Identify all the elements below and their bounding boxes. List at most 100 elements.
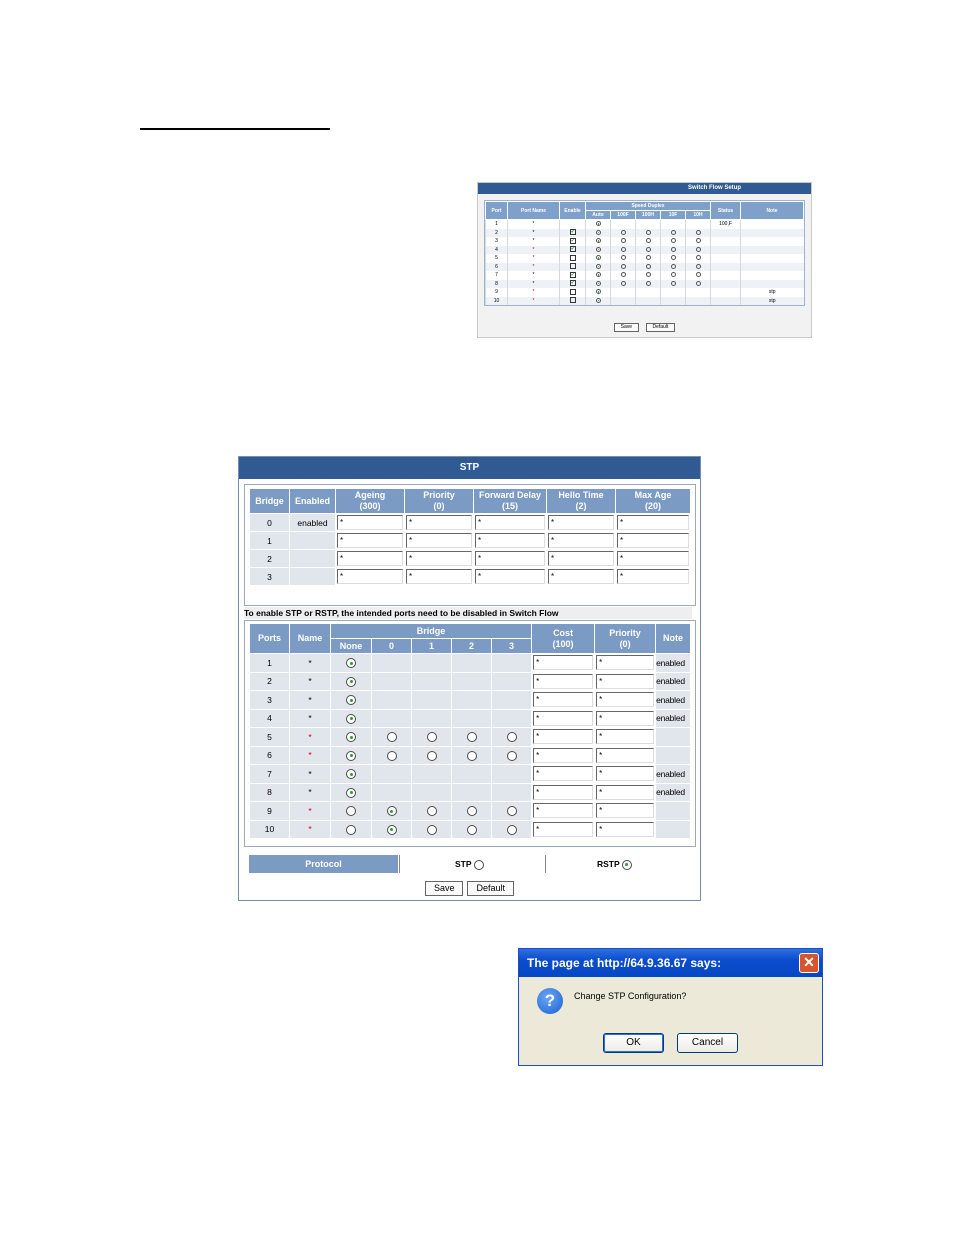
sf-speed-radio[interactable] xyxy=(595,289,601,295)
port-cost-input[interactable]: * xyxy=(533,803,594,819)
port-bridge-none-radio[interactable] xyxy=(346,787,356,798)
bridge-hello-time-input[interactable]: * xyxy=(548,569,614,584)
bridge-max-age-input[interactable]: * xyxy=(617,569,689,584)
sf-enable-checkbox[interactable]: ✓ xyxy=(569,271,576,278)
port-priority-input[interactable]: * xyxy=(596,692,655,708)
bridge-ageing-input[interactable]: * xyxy=(337,551,403,566)
sf-speed-radio[interactable] xyxy=(620,272,626,278)
port-bridge-none-radio[interactable] xyxy=(346,824,356,835)
sf-speed-radio[interactable] xyxy=(695,255,701,261)
port-cost-input[interactable]: * xyxy=(533,729,594,745)
port-bridge-1-radio[interactable] xyxy=(426,824,437,835)
port-bridge-2-radio[interactable] xyxy=(466,750,477,761)
port-priority-input[interactable]: * xyxy=(596,747,655,763)
bridge-max-age-input[interactable]: * xyxy=(617,533,689,548)
sf-speed-radio[interactable] xyxy=(595,272,601,278)
port-cost-input[interactable]: * xyxy=(533,747,594,763)
bridge-hello-time-input[interactable]: * xyxy=(548,515,614,530)
port-priority-input[interactable]: * xyxy=(596,784,655,800)
port-cost-input[interactable]: * xyxy=(533,692,594,708)
stp-default-button[interactable]: Default xyxy=(467,881,515,896)
sf-speed-radio[interactable] xyxy=(645,272,651,278)
sf-speed-radio[interactable] xyxy=(620,246,626,252)
port-priority-input[interactable]: * xyxy=(596,673,655,689)
sf-speed-radio[interactable] xyxy=(670,280,676,286)
sf-speed-radio[interactable] xyxy=(670,246,676,252)
switch-flow-default-button[interactable]: Default xyxy=(645,323,676,332)
stp-save-button[interactable]: Save xyxy=(424,881,464,896)
sf-enable-checkbox[interactable] xyxy=(569,263,576,270)
port-bridge-none-radio[interactable] xyxy=(346,713,356,724)
sf-speed-radio[interactable] xyxy=(620,238,626,244)
port-bridge-2-radio[interactable] xyxy=(466,732,477,743)
port-bridge-0-radio[interactable] xyxy=(386,750,397,761)
port-bridge-none-radio[interactable] xyxy=(346,658,356,669)
sf-speed-radio[interactable] xyxy=(645,246,651,252)
sf-enable-checkbox[interactable]: ✓ xyxy=(569,246,576,253)
port-cost-input[interactable]: * xyxy=(533,784,594,800)
sf-speed-radio[interactable] xyxy=(670,263,676,269)
port-priority-input[interactable]: * xyxy=(596,729,655,745)
sf-speed-radio[interactable] xyxy=(695,272,701,278)
port-priority-input[interactable]: * xyxy=(596,803,655,819)
bridge-forward-delay-input[interactable]: * xyxy=(475,515,545,530)
port-bridge-1-radio[interactable] xyxy=(426,732,437,743)
port-cost-input[interactable]: * xyxy=(533,766,594,782)
protocol-rstp-option[interactable]: RSTP xyxy=(597,855,632,873)
sf-speed-radio[interactable] xyxy=(670,255,676,261)
bridge-max-age-input[interactable]: * xyxy=(617,551,689,566)
sf-speed-radio[interactable] xyxy=(670,229,676,235)
port-bridge-3-radio[interactable] xyxy=(506,732,517,743)
sf-speed-radio[interactable] xyxy=(645,280,651,286)
sf-enable-checkbox[interactable] xyxy=(569,297,576,304)
port-bridge-3-radio[interactable] xyxy=(506,824,517,835)
sf-speed-radio[interactable] xyxy=(620,229,626,235)
port-priority-input[interactable]: * xyxy=(596,655,655,671)
sf-speed-radio[interactable] xyxy=(595,238,601,244)
port-priority-input[interactable]: * xyxy=(596,710,655,726)
port-cost-input[interactable]: * xyxy=(533,821,594,837)
bridge-hello-time-input[interactable]: * xyxy=(548,551,614,566)
switch-flow-save-button[interactable]: Save xyxy=(613,323,640,332)
bridge-forward-delay-input[interactable]: * xyxy=(475,569,545,584)
sf-speed-radio[interactable] xyxy=(595,229,601,235)
sf-speed-radio[interactable] xyxy=(670,272,676,278)
port-cost-input[interactable]: * xyxy=(533,673,594,689)
sf-speed-radio[interactable] xyxy=(695,246,701,252)
sf-speed-radio[interactable] xyxy=(595,255,601,261)
sf-speed-radio[interactable] xyxy=(645,229,651,235)
sf-speed-radio[interactable] xyxy=(620,280,626,286)
bridge-forward-delay-input[interactable]: * xyxy=(475,533,545,548)
port-bridge-0-radio[interactable] xyxy=(386,824,397,835)
sf-speed-radio[interactable] xyxy=(695,229,701,235)
sf-speed-radio[interactable] xyxy=(645,263,651,269)
bridge-forward-delay-input[interactable]: * xyxy=(475,551,545,566)
bridge-priority-input[interactable]: * xyxy=(406,551,472,566)
cancel-button[interactable]: Cancel xyxy=(677,1033,738,1053)
port-bridge-none-radio[interactable] xyxy=(346,806,356,817)
bridge-ageing-input[interactable]: * xyxy=(337,569,403,584)
sf-speed-radio[interactable] xyxy=(620,263,626,269)
sf-speed-radio[interactable] xyxy=(695,263,701,269)
port-bridge-2-radio[interactable] xyxy=(466,806,477,817)
sf-speed-radio[interactable] xyxy=(670,238,676,244)
port-bridge-none-radio[interactable] xyxy=(346,732,356,743)
sf-speed-radio[interactable] xyxy=(595,280,601,286)
port-bridge-0-radio[interactable] xyxy=(386,806,397,817)
sf-enable-checkbox[interactable]: ✓ xyxy=(569,229,576,236)
port-bridge-3-radio[interactable] xyxy=(506,806,517,817)
bridge-max-age-input[interactable]: * xyxy=(617,515,689,530)
port-priority-input[interactable]: * xyxy=(596,821,655,837)
protocol-stp-radio[interactable] xyxy=(473,859,484,870)
port-bridge-none-radio[interactable] xyxy=(346,769,356,780)
bridge-priority-input[interactable]: * xyxy=(406,515,472,530)
sf-speed-radio[interactable] xyxy=(595,263,601,269)
sf-speed-radio[interactable] xyxy=(595,246,601,252)
bridge-hello-time-input[interactable]: * xyxy=(548,533,614,548)
sf-speed-radio[interactable] xyxy=(595,297,601,303)
ok-button[interactable]: OK xyxy=(603,1033,664,1053)
port-bridge-2-radio[interactable] xyxy=(466,824,477,835)
port-bridge-1-radio[interactable] xyxy=(426,750,437,761)
bridge-priority-input[interactable]: * xyxy=(406,569,472,584)
sf-enable-checkbox[interactable] xyxy=(569,288,576,295)
